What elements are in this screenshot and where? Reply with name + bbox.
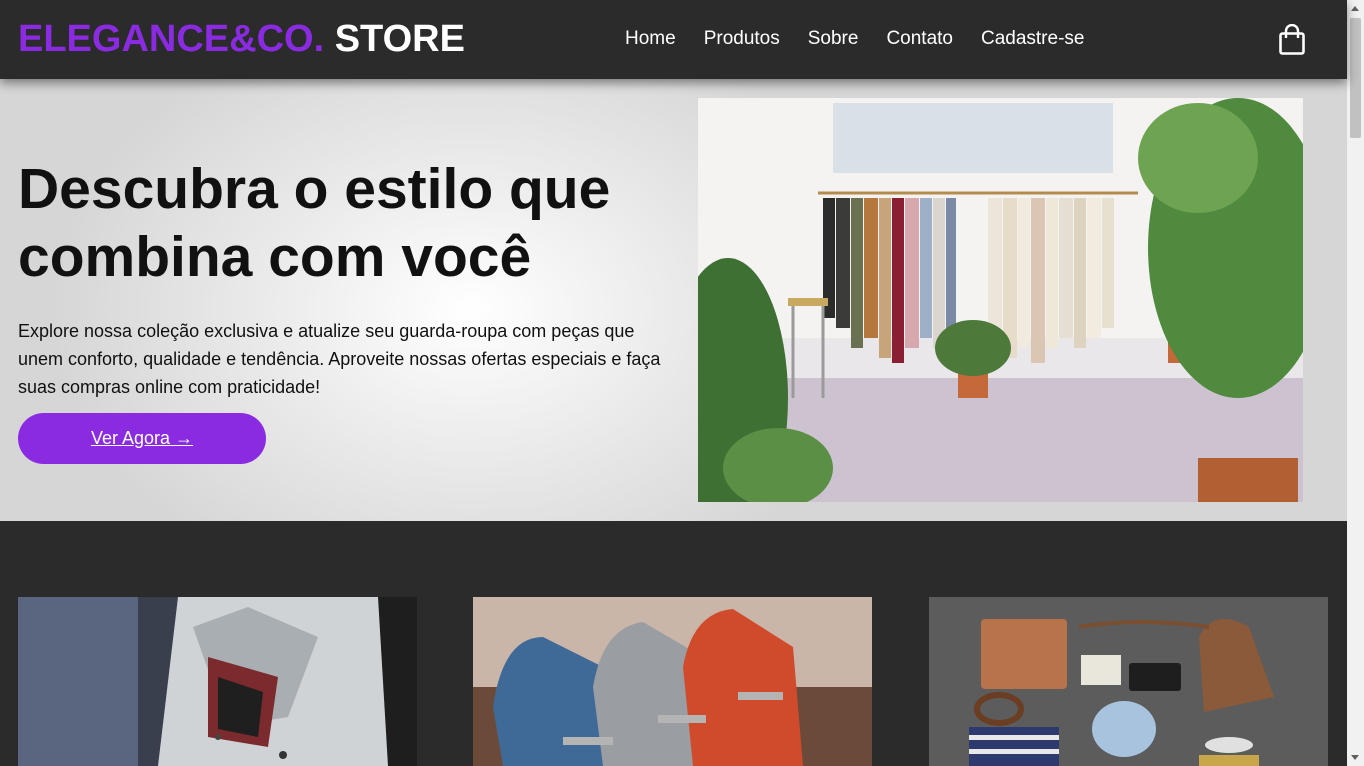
scrollbar-thumb[interactable] (1350, 18, 1361, 138)
hero-image-clothing-rack (698, 98, 1303, 502)
main-nav: Home Produtos Sobre Contato Cadastre-se (625, 27, 1084, 51)
nav-produtos[interactable]: Produtos (704, 27, 780, 51)
site-header: ELEGANCE&CO. STORE Home Produtos Sobre C… (0, 0, 1347, 79)
scroll-down-arrow-icon[interactable] (1351, 755, 1359, 760)
category-card-shirts[interactable] (18, 597, 417, 766)
logo-brand: ELEGANCE&CO. (18, 18, 325, 60)
nav-contato[interactable]: Contato (886, 27, 953, 51)
ver-agora-button[interactable]: Ver Agora → (18, 413, 266, 464)
hero-title: Descubra o estilo que combina com você (18, 157, 611, 289)
nav-sobre[interactable]: Sobre (808, 27, 859, 51)
scroll-up-arrow-icon[interactable] (1351, 6, 1359, 11)
nav-cadastre-se[interactable]: Cadastre-se (981, 27, 1085, 51)
shopping-bag-icon[interactable] (1278, 23, 1306, 56)
hero-section: Descubra o estilo que combina com você E… (0, 79, 1347, 521)
nav-home[interactable]: Home (625, 27, 676, 51)
hero-description: Explore nossa coleção exclusiva e atuali… (18, 321, 661, 397)
category-card-accessories[interactable] (929, 597, 1328, 766)
category-card-shoes[interactable] (473, 597, 872, 766)
logo-store: STORE (334, 18, 465, 60)
logo[interactable]: ELEGANCE&CO. STORE (18, 18, 465, 60)
vertical-scrollbar[interactable] (1347, 0, 1364, 766)
